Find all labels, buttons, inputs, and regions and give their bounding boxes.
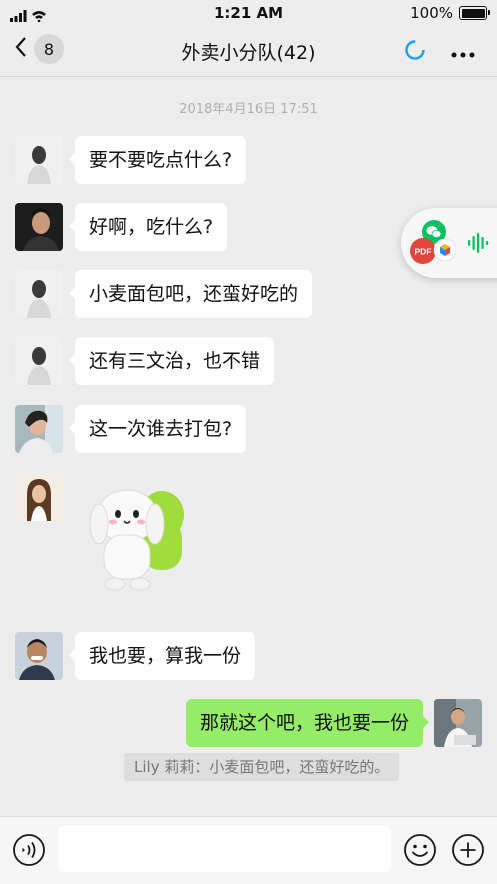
pdf-label: PDF	[415, 247, 432, 257]
battery-icon	[459, 6, 490, 20]
voice-input-button[interactable]	[12, 833, 46, 871]
message-bubble[interactable]: 还有三文治，也不错	[68, 337, 275, 385]
voice-wave-icon	[467, 232, 489, 258]
message-bubble[interactable]: 这一次谁去打包?	[68, 405, 247, 453]
nav-bar: 8 外卖小分队(42)	[0, 26, 497, 77]
status-bar: 1:21 AM 100%	[0, 0, 497, 26]
pdf-file-icon: PDF	[410, 238, 436, 268]
plus-more-button[interactable]	[451, 833, 485, 871]
self-message-bubble[interactable]: 那就这个吧，我也要一份	[185, 699, 430, 747]
loading-spinner-icon	[404, 39, 426, 65]
message-timestamp: 2018年4月16日 17:51	[179, 102, 318, 117]
avatar[interactable]	[15, 405, 63, 453]
emoji-button[interactable]	[403, 833, 437, 871]
cube-app-icon	[433, 238, 457, 265]
avatar[interactable]	[15, 270, 63, 318]
floating-window-panel[interactable]: PDF	[401, 208, 497, 278]
avatar[interactable]	[15, 203, 63, 251]
avatar[interactable]	[15, 473, 63, 521]
message-bubble[interactable]: 要不要吃点什么?	[68, 136, 247, 184]
dog-sticker[interactable]	[82, 480, 192, 599]
avatar[interactable]	[15, 136, 63, 184]
input-bar	[0, 816, 497, 884]
avatar[interactable]	[15, 632, 63, 680]
message-bubble[interactable]: 小麦面包吧，还蛮好吃的	[68, 270, 313, 318]
message-bubble[interactable]: 好啊，吃什么?	[68, 203, 228, 251]
quoted-message[interactable]: Lily 莉莉：小麦面包吧，还蛮好吃的。	[124, 753, 400, 781]
message-input[interactable]	[58, 826, 391, 872]
avatar[interactable]	[15, 337, 63, 385]
battery-percent: 100%	[410, 4, 453, 22]
message-bubble[interactable]: 我也要，算我一份	[68, 632, 256, 680]
more-options-button[interactable]	[450, 40, 476, 64]
battery-indicator: 100%	[410, 4, 490, 22]
self-avatar[interactable]	[434, 699, 482, 747]
